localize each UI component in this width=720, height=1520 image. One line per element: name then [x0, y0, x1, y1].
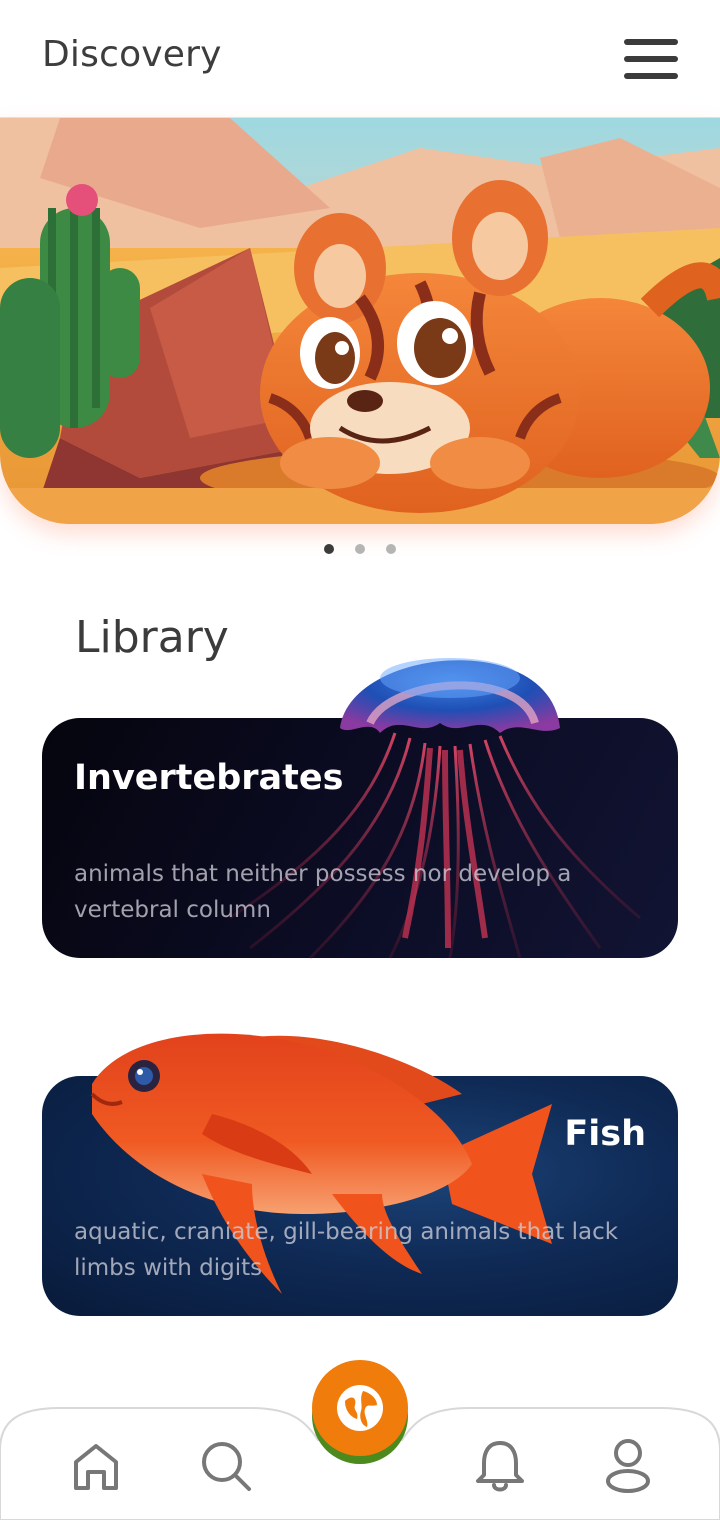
page-title: Discovery [42, 34, 222, 75]
carousel-dot-3[interactable] [386, 544, 396, 554]
nav-home[interactable] [64, 1434, 128, 1498]
fish-card[interactable]: Fish aquatic, craniate, gill-bearing ani… [42, 1076, 678, 1316]
search-icon [202, 1442, 251, 1491]
hamburger-menu-icon [624, 39, 678, 79]
home-icon [74, 1444, 118, 1490]
nav-profile[interactable] [596, 1434, 660, 1498]
nav-search[interactable] [194, 1434, 258, 1498]
hero-carousel[interactable] [0, 118, 720, 524]
menu-button[interactable] [618, 34, 682, 84]
carousel-dot-1[interactable] [324, 544, 334, 554]
bottom-navigation [0, 1360, 720, 1520]
invertebrates-card-title: Invertebrates [74, 758, 344, 798]
nav-notifications[interactable] [468, 1434, 532, 1498]
nav-explore-button[interactable] [312, 1360, 408, 1456]
invertebrates-card-description: animals that neither possess nor develop… [74, 861, 572, 923]
globe-icon [337, 1385, 383, 1431]
invertebrates-card[interactable]: Invertebrates animals that neither posse… [42, 718, 678, 958]
fish-card-title: Fish [564, 1114, 646, 1154]
library-title: Library [75, 612, 229, 663]
carousel-indicators [0, 544, 720, 558]
app-header: Discovery [0, 0, 720, 118]
fish-card-description: aquatic, craniate, gill-bearing animals … [74, 1219, 619, 1281]
tiger-cub-illustration [0, 118, 720, 524]
profile-icon [606, 1439, 650, 1493]
carousel-dot-2[interactable] [355, 544, 365, 554]
bell-icon [476, 1441, 524, 1492]
